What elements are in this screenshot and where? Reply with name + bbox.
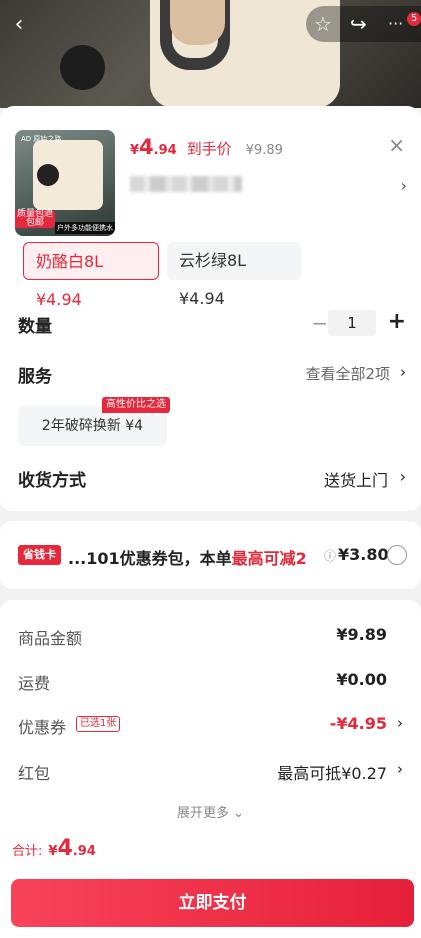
coupon-pack-amount: ¥3.80	[338, 545, 389, 564]
summary-row-coupon[interactable]: 优惠券 已选1张 -¥4.95 ›	[18, 710, 403, 738]
coupon-pack-card[interactable]: 省钱卡 ...101优惠券包，本单最高可减2 ⓘ ¥3.80	[0, 521, 421, 589]
total-amount: 合计: ¥ 4 .94	[12, 836, 96, 861]
original-price: ¥9.89	[245, 143, 283, 158]
summary-value: 最高可抵¥0.27	[277, 764, 387, 783]
hero-hand-shape	[170, 0, 225, 45]
savings-card-chip: 省钱卡	[18, 545, 61, 565]
price-decimal: .94	[153, 143, 177, 158]
chevron-right-icon: ›	[397, 760, 403, 778]
product-thumbnail[interactable]: AD 原始之路 质量包退 包邮 户外多功能便携水袋	[15, 130, 115, 236]
chevron-right-icon: ›	[397, 714, 403, 732]
pay-now-button[interactable]: 立即支付	[11, 879, 414, 927]
share-icon[interactable]: ↪	[350, 12, 367, 36]
quantity-value[interactable]: 1	[328, 310, 376, 336]
product-hero-image: ‹ ☆ ↪ ··· 5	[0, 0, 421, 108]
coupon-pack-text-highlight: 最高可减2	[231, 549, 307, 568]
thumbnail-caption: 户外多功能便携水袋	[55, 222, 115, 234]
hero-spout-shape	[60, 45, 105, 90]
order-confirm-screen: ‹ ☆ ↪ ··· 5 AD 原始之路 质量包退 包邮 户外多功能便携水袋 ¥ …	[0, 0, 421, 938]
variant-list: 奶酪白8L ¥4.94 云杉绿8L ¥4.94	[0, 236, 421, 309]
coupon-pack-radio[interactable]	[387, 545, 407, 565]
back-icon[interactable]: ‹	[5, 8, 33, 42]
total-decimal: .94	[72, 844, 96, 859]
chevron-right-icon[interactable]: ›	[401, 176, 407, 195]
info-icon[interactable]: ⓘ	[324, 547, 336, 564]
variant-option[interactable]: 云杉绿8L ¥4.94	[167, 242, 301, 308]
sku-selection-sheet: AD 原始之路 质量包退 包邮 户外多功能便携水袋 ¥ 4 .94 到手价 ¥9…	[0, 106, 421, 511]
summary-row-redpacket[interactable]: 红包 最高可抵¥0.27 ›	[18, 756, 403, 784]
summary-key: 优惠券	[18, 718, 67, 737]
service-row[interactable]: 服务 查看全部2项 ›	[18, 359, 406, 389]
total-symbol: ¥	[48, 844, 58, 859]
service-view-all[interactable]: 查看全部2项	[305, 363, 390, 384]
price-integer: 4	[139, 135, 154, 159]
service-label: 服务	[18, 367, 52, 387]
summary-key: 红包	[18, 764, 51, 783]
coupon-pack-text: ...101优惠券包，本单最高可减2	[68, 545, 307, 569]
quantity-plus-button[interactable]: +	[388, 309, 406, 334]
coupon-pack-text-prefix: ...101优惠券包，本单	[68, 549, 232, 568]
chevron-right-icon: ›	[399, 467, 406, 486]
chevron-right-icon: ›	[400, 363, 406, 381]
quantity-label: 数量	[18, 317, 52, 337]
total-integer: 4	[57, 836, 73, 861]
close-icon[interactable]: ×	[388, 133, 405, 157]
delivery-label: 收货方式	[18, 471, 86, 491]
quantity-row: 数量 − 1 +	[18, 309, 406, 339]
summary-value: ¥9.89	[336, 625, 387, 644]
service-option-badge: 高性价比之选	[102, 397, 170, 413]
more-icon[interactable]: ···	[388, 14, 403, 33]
delivery-value: 送货上门	[323, 471, 388, 490]
order-summary: 商品金额 ¥9.89 运费 ¥0.00 优惠券 已选1张 -¥4.95 › 红包…	[0, 600, 421, 830]
delivery-row[interactable]: 收货方式 送货上门 ›	[18, 463, 406, 493]
summary-key: 商品金额	[18, 629, 83, 648]
summary-key: 运费	[18, 674, 51, 693]
summary-row-goods: 商品金额 ¥9.89	[18, 621, 403, 649]
variant-option-selected[interactable]: 奶酪白8L ¥4.94	[23, 242, 159, 309]
thumbnail-tag: 质量包退 包邮	[15, 209, 55, 228]
checkout-footer: 合计: ¥ 4 .94 立即支付	[0, 818, 421, 938]
summary-value: -¥4.95	[329, 714, 387, 733]
total-label: 合计:	[12, 844, 43, 859]
star-icon[interactable]: ☆	[314, 12, 332, 36]
coupon-selected-pill: 已选1张	[76, 716, 121, 732]
price-symbol: ¥	[130, 143, 140, 158]
blurred-product-title	[130, 176, 242, 192]
final-price-label: 到手价	[186, 140, 232, 158]
top-action-bar: ☆ ↪ ··· 5	[306, 6, 421, 42]
summary-value: ¥0.00	[336, 670, 387, 689]
quantity-minus-button[interactable]: −	[311, 311, 328, 335]
price-row: ¥ 4 .94 到手价 ¥9.89	[130, 135, 283, 161]
brand-logo: AD 原始之路	[21, 135, 62, 143]
notification-badge: 5	[407, 12, 421, 26]
thumbnail-cap-shape	[37, 164, 59, 186]
summary-row-shipping: 运费 ¥0.00	[18, 666, 403, 694]
